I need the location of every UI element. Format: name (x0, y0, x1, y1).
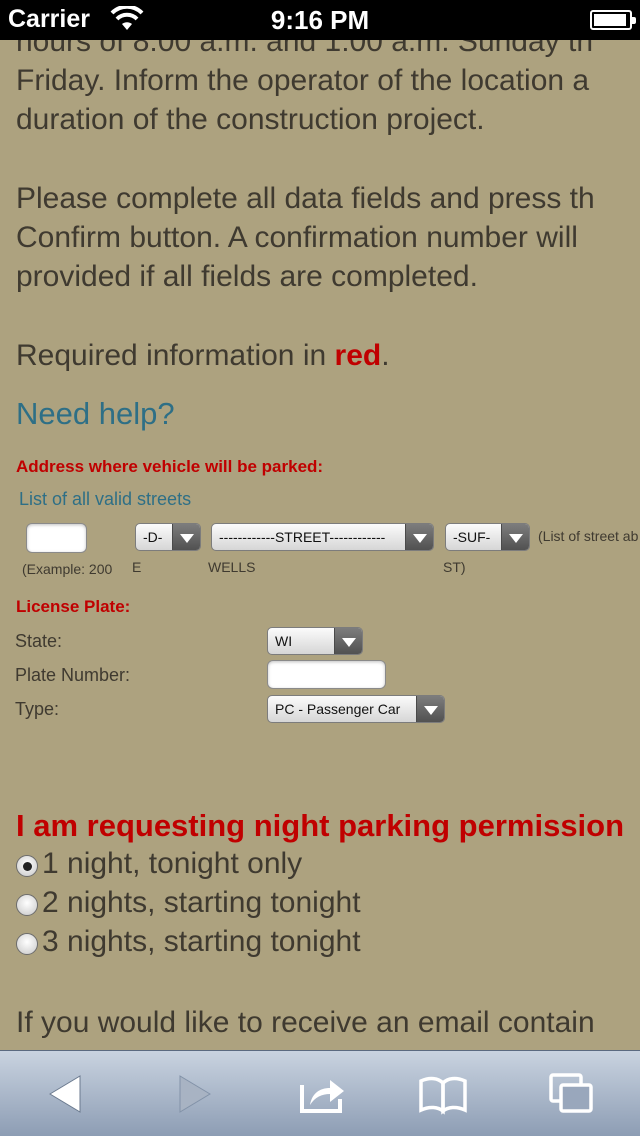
night-parking-heading: I am requesting night parking permission (16, 808, 625, 843)
intro-line: duration of the construction project. (16, 103, 485, 136)
chevron-down-icon (501, 524, 529, 550)
back-icon[interactable] (42, 1071, 92, 1117)
valid-streets-link[interactable]: List of all valid streets (19, 489, 191, 510)
radio-unselected[interactable] (16, 933, 38, 955)
street-select[interactable]: ------------STREET------------ (211, 523, 434, 551)
state-select-value: WI (275, 633, 293, 649)
required-note-prefix: Required information in (16, 339, 335, 372)
instructions-line: Confirm button. A confirmation number wi… (16, 221, 578, 254)
email-text: If you would like to receive an email co… (16, 1006, 595, 1039)
direction-select[interactable]: -D- (135, 523, 201, 551)
radio-unselected[interactable] (16, 894, 38, 916)
example-street: WELLS (208, 559, 256, 575)
bookmarks-icon[interactable] (418, 1071, 468, 1117)
chevron-down-icon (172, 524, 200, 550)
battery-icon (590, 10, 636, 30)
street-select-value: ------------STREET------------ (219, 529, 386, 545)
chevron-down-icon (334, 628, 362, 654)
license-plate-heading: License Plate: (16, 597, 131, 616)
chevron-down-icon (416, 696, 444, 722)
suffix-select-value: -SUF- (453, 529, 491, 545)
vehicle-type-select[interactable]: PC - Passenger Car (267, 695, 445, 723)
night-option-label: 2 nights, starting tonight (42, 886, 361, 919)
clock: 9:16 PM (270, 5, 370, 35)
vehicle-type-value: PC - Passenger Car (275, 701, 401, 717)
radio-selected[interactable] (16, 855, 38, 877)
required-note: Required information in red. (16, 336, 640, 375)
instructions-line: provided if all fields are completed. (16, 260, 478, 293)
web-page-content: hours of 8:00 a.m. and 1:00 a.m. Sunday … (0, 0, 640, 1050)
type-label: Type: (15, 699, 60, 719)
direction-select-value: -D- (143, 529, 163, 545)
house-number-input[interactable] (26, 523, 87, 553)
example-direction: E (132, 559, 142, 575)
state-label: State: (15, 631, 63, 651)
state-select[interactable]: WI (267, 627, 363, 655)
night-option-label: 1 night, tonight only (42, 847, 303, 880)
required-note-suffix: . (381, 339, 390, 372)
instructions-line: Please complete all data fields and pres… (16, 182, 595, 215)
share-icon[interactable] (298, 1071, 348, 1117)
plate-number-label: Plate Number: (15, 665, 131, 685)
street-list-note: (List of street ab (538, 528, 639, 544)
example-suffix: ST) (443, 559, 466, 575)
status-bar: Carrier 9:16 PM (0, 0, 640, 40)
address-heading: Address where vehicle will be parked: (16, 457, 324, 476)
suffix-select[interactable]: -SUF- (445, 523, 530, 551)
example-text: (Example: 200 (22, 561, 113, 577)
need-help-link[interactable]: Need help? (16, 396, 175, 432)
required-red-word: red (334, 339, 382, 372)
browser-toolbar (0, 1050, 640, 1136)
intro-line: Friday. Inform the operator of the locat… (16, 64, 590, 97)
chevron-down-icon (405, 524, 433, 550)
night-option-label: 3 nights, starting tonight (42, 925, 361, 958)
tabs-icon[interactable] (548, 1071, 598, 1117)
plate-number-input[interactable] (267, 660, 386, 689)
forward-icon[interactable] (168, 1071, 218, 1117)
